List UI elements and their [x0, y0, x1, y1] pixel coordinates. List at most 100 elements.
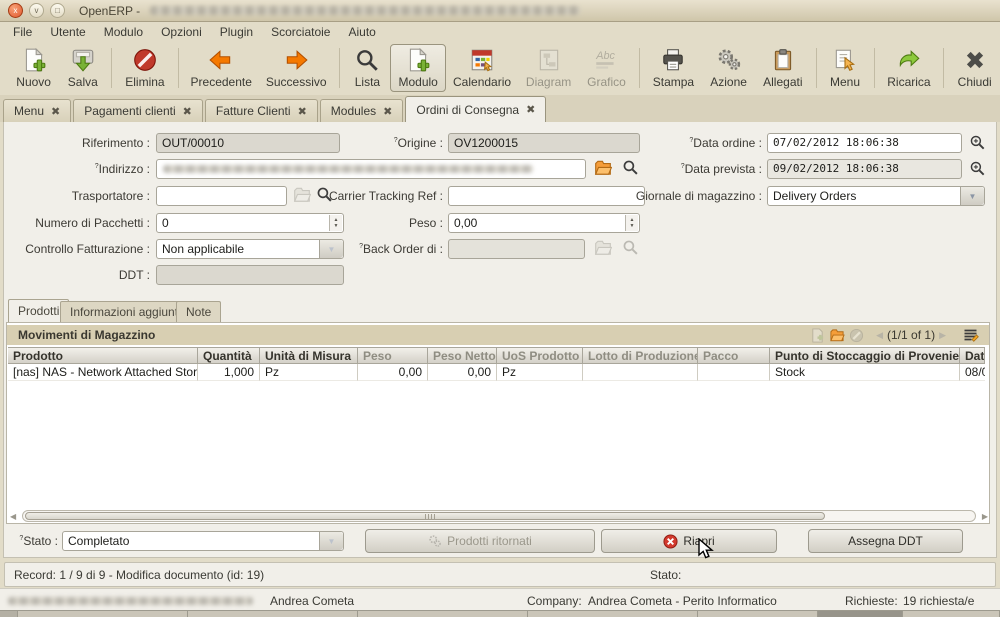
diagram-view-button-label: Diagram	[526, 75, 571, 89]
giornale-combo[interactable]: Delivery Orders ▼	[767, 186, 985, 206]
tab-ordini-di-consegna[interactable]: Ordini di Consegna ✖	[405, 96, 546, 122]
tab-label: Modules	[331, 104, 376, 118]
window-close-icon[interactable]: x	[8, 3, 23, 18]
cell-pacco[interactable]	[698, 364, 770, 381]
column-header[interactable]: Peso Netto	[428, 347, 497, 364]
cell-peso[interactable]: 0,00	[358, 364, 428, 381]
list-view-button[interactable]: Lista	[344, 44, 390, 92]
delete-button-label: Elimina	[125, 75, 164, 89]
close-tab-icon[interactable]: ✖	[183, 105, 192, 118]
menu-plugin[interactable]: Plugin	[211, 23, 262, 41]
column-header[interactable]: Quantità	[198, 347, 260, 364]
taskbar-segment[interactable]	[188, 611, 358, 617]
peso-spinner[interactable]: 0,00 ▲▼	[448, 213, 640, 233]
column-header[interactable]: Data	[960, 347, 985, 364]
close-tab-icon[interactable]: ✖	[51, 105, 60, 118]
search-record-icon[interactable]	[622, 159, 639, 176]
close-button-label: Chiudi	[958, 75, 992, 89]
horizontal-scrollbar[interactable]: ◀ ▶	[10, 509, 988, 523]
open-record-folder-icon[interactable]	[594, 159, 611, 176]
company-value: Andrea Cometa - Perito Informatico	[588, 594, 777, 608]
column-header[interactable]: Punto di Stoccaggio di Provenienza	[770, 347, 960, 364]
scrollbar-thumb[interactable]	[25, 512, 825, 520]
numero-pacchetti-spinner[interactable]: 0 ▲▼	[156, 213, 344, 233]
column-header[interactable]: Pacco	[698, 347, 770, 364]
chevron-down-icon[interactable]: ▼	[960, 187, 984, 205]
print-button[interactable]: Stampa	[645, 44, 702, 92]
menu-modulo[interactable]: Modulo	[95, 23, 152, 41]
attachments-button[interactable]: Allegati	[755, 44, 810, 92]
cell-prodotto[interactable]: [nas] NAS - Network Attached Storage	[8, 364, 198, 381]
menu-scorciatoie[interactable]: Scorciatoie	[262, 23, 339, 41]
delete-row-icon	[849, 328, 864, 343]
arrow-right-icon	[283, 47, 309, 73]
tab-fatture-clienti[interactable]: Fatture Clienti ✖	[205, 99, 318, 122]
scroll-right-icon[interactable]: ▶	[976, 512, 988, 521]
cell-unita-misura[interactable]: Pz	[260, 364, 358, 381]
taskbar-segment[interactable]	[18, 611, 188, 617]
assegna-ddt-button[interactable]: Assegna DDT	[808, 529, 963, 553]
spinner-arrows-icon[interactable]: ▲▼	[625, 215, 638, 231]
cell-peso-netto[interactable]: 0,00	[428, 364, 497, 381]
taskbar-segment[interactable]	[698, 611, 818, 617]
close-tab-icon[interactable]: ✖	[383, 105, 392, 118]
back-order-field	[448, 239, 585, 259]
scroll-left-icon[interactable]: ◀	[10, 512, 22, 521]
riapri-button[interactable]: Riapri	[601, 529, 777, 553]
spinner-arrows-icon[interactable]: ▲▼	[329, 215, 342, 231]
form-view-button[interactable]: Modulo	[390, 44, 445, 92]
form-view-button-label: Modulo	[398, 75, 437, 89]
cell-data[interactable]: 08/02/2012	[960, 364, 985, 381]
table-header-row: Prodotto Quantità Unità di Misura Peso P…	[8, 347, 985, 364]
indirizzo-field[interactable]	[156, 159, 586, 179]
cell-punto-stoccaggio[interactable]: Stock	[770, 364, 960, 381]
column-header[interactable]: Prodotto	[8, 347, 198, 364]
menu-file[interactable]: File	[4, 23, 41, 41]
date-zoom-icon[interactable]	[969, 160, 986, 177]
taskbar-segment[interactable]	[0, 611, 18, 617]
window-maximize-icon[interactable]: □	[50, 3, 65, 18]
taskbar-segment-active[interactable]	[818, 611, 903, 617]
ddt-field	[156, 265, 344, 285]
cell-quantita[interactable]: 1,000	[198, 364, 260, 381]
carrier-tracking-field[interactable]	[448, 186, 645, 206]
column-header[interactable]: Unità di Misura	[260, 347, 358, 364]
cell-lotto[interactable]	[583, 364, 698, 381]
table-row[interactable]: [nas] NAS - Network Attached Storage 1,0…	[8, 364, 985, 381]
new-button[interactable]: Nuovo	[8, 44, 59, 92]
switch-view-icon[interactable]	[962, 327, 979, 343]
close-tab-icon[interactable]: ✖	[298, 105, 307, 118]
close-button[interactable]: Chiudi	[949, 44, 1000, 92]
window-minimize-icon[interactable]: v	[29, 3, 44, 18]
delete-button[interactable]: Elimina	[117, 44, 172, 92]
tab-modules[interactable]: Modules ✖	[320, 99, 404, 122]
menu-button[interactable]: Menu	[821, 44, 868, 92]
column-header[interactable]: UoS Prodotto	[497, 347, 583, 364]
date-zoom-icon[interactable]	[969, 134, 986, 151]
cell-uos-prodotto[interactable]: Pz	[497, 364, 583, 381]
reload-button[interactable]: Ricarica	[879, 44, 938, 92]
close-tab-icon[interactable]: ✖	[526, 103, 535, 116]
menu-utente[interactable]: Utente	[41, 23, 94, 41]
taskbar-segment[interactable]	[358, 611, 528, 617]
taskbar-segment[interactable]	[528, 611, 698, 617]
column-header[interactable]: Lotto di Produzione	[583, 347, 698, 364]
calendar-view-button[interactable]: Calendario	[446, 44, 518, 92]
menu-aiuto[interactable]: Aiuto	[339, 23, 384, 41]
action-button[interactable]: Azione	[702, 44, 755, 92]
trasportatore-field[interactable]	[156, 186, 287, 206]
trasportatore-label: Trasportatore :	[20, 189, 150, 203]
gears-icon	[428, 534, 442, 548]
previous-button[interactable]: Precedente	[184, 44, 259, 92]
tab-note[interactable]: Note	[176, 301, 221, 322]
taskbar-segment[interactable]	[903, 611, 1000, 617]
column-header[interactable]: Peso	[358, 347, 428, 364]
save-button[interactable]: Salva	[59, 44, 106, 92]
tab-pagamenti-clienti[interactable]: Pagamenti clienti ✖	[73, 99, 203, 122]
menu-opzioni[interactable]: Opzioni	[152, 23, 211, 41]
next-button[interactable]: Successivo	[259, 44, 334, 92]
open-row-folder-icon[interactable]	[829, 328, 845, 343]
tab-menu[interactable]: Menu ✖	[3, 99, 71, 122]
data-ordine-field[interactable]: 07/02/2012 18:06:38	[767, 133, 962, 153]
scrollbar-trough[interactable]	[22, 510, 976, 522]
